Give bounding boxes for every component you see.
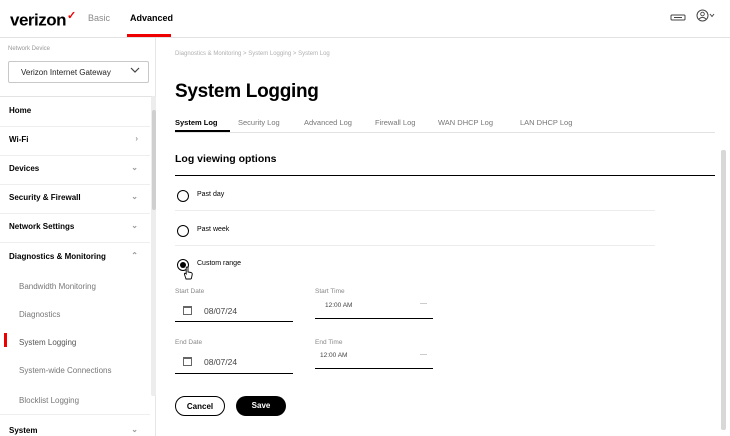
tab-firewall-log[interactable]: Firewall Log — [375, 118, 415, 127]
sidebar-item-blocklist-logging[interactable]: Blocklist Logging — [0, 388, 150, 416]
tab-lan-dhcp-log[interactable]: LAN DHCP Log — [520, 118, 572, 127]
sidebar-item-wifi[interactable]: Wi-Fi › — [0, 127, 150, 155]
start-time-label: Start Time — [315, 288, 345, 295]
network-status-icon[interactable] — [670, 10, 686, 25]
start-date-label: Start Date — [175, 288, 205, 295]
verizon-logo[interactable]: verizon✓ — [10, 9, 76, 31]
sidebar-item-home[interactable]: Home — [0, 98, 150, 126]
section-title: Log viewing options — [175, 153, 277, 165]
sidebar-item-diagnostics-monitoring[interactable]: Diagnostics & Monitoring ⌃ — [0, 244, 150, 272]
option-separator — [175, 245, 655, 246]
calendar-icon[interactable] — [183, 306, 192, 315]
radio-button[interactable] — [177, 190, 189, 202]
radio-label: Custom range — [197, 260, 241, 267]
time-dropdown-icon[interactable]: — — [420, 351, 427, 358]
sidebar-item-label: Bandwidth Monitoring — [19, 282, 96, 291]
tab-system-log[interactable]: System Log — [175, 118, 218, 127]
sidebar-item-label: System — [9, 426, 38, 435]
chevron-down-icon — [130, 66, 140, 76]
chevron-down-icon: ⌄ — [131, 425, 138, 434]
active-nav-indicator — [127, 34, 171, 37]
time-dropdown-icon[interactable]: — — [420, 300, 427, 307]
page-title: System Logging — [175, 81, 319, 102]
tab-advanced-log[interactable]: Advanced Log — [304, 118, 352, 127]
sidebar-item-label: System-wide Connections — [19, 366, 112, 375]
chevron-up-icon: ⌃ — [131, 251, 138, 260]
sidebar-item-label: Wi-Fi — [9, 135, 29, 144]
sidebar-item-system-wide-connections[interactable]: System-wide Connections — [0, 358, 150, 386]
nav-separator — [0, 414, 150, 415]
tab-wan-dhcp-log[interactable]: WAN DHCP Log — [438, 118, 493, 127]
sidebar-item-label: Network Settings — [9, 222, 75, 231]
start-date-value[interactable]: 08/07/24 — [204, 306, 237, 316]
sidebar-item-diagnostics[interactable]: Diagnostics — [0, 302, 150, 330]
sidebar-item-network-settings[interactable]: Network Settings ⌄ — [0, 214, 150, 242]
sidebar-item-label: Diagnostics — [19, 310, 61, 319]
tabs-divider — [175, 132, 715, 133]
top-bar: verizon✓ Basic Advanced — [0, 0, 730, 38]
radio-option-past-day[interactable]: Past day — [175, 180, 655, 214]
sidebar-item-system[interactable]: System ⌄ — [0, 418, 150, 436]
sidebar-item-label: Security & Firewall — [9, 193, 81, 202]
start-date-underline — [175, 321, 293, 322]
cancel-button[interactable]: Cancel — [175, 396, 225, 416]
sidebar-scrollbar-thumb[interactable] — [152, 110, 156, 210]
chevron-right-icon: › — [135, 134, 138, 143]
start-time-underline — [315, 318, 433, 319]
tab-security-log[interactable]: Security Log — [238, 118, 280, 127]
option-separator — [175, 210, 655, 211]
sidebar-item-label: Home — [9, 106, 32, 115]
device-select[interactable]: Verizon Internet Gateway — [8, 61, 149, 83]
sidebar-item-label: Blocklist Logging — [19, 396, 80, 405]
nav-advanced[interactable]: Advanced — [130, 13, 173, 23]
radio-button[interactable] — [177, 225, 189, 237]
end-time-label: End Time — [315, 339, 343, 346]
end-date-label: End Date — [175, 339, 203, 346]
section-divider — [175, 175, 715, 176]
radio-option-past-week[interactable]: Past week — [175, 215, 655, 249]
sidebar-item-label: Devices — [9, 164, 40, 173]
breadcrumb[interactable]: Diagnostics & Monitoring > System Loggin… — [175, 51, 330, 57]
main-scrollbar-thumb[interactable] — [721, 150, 726, 430]
sidebar-item-security-firewall[interactable]: Security & Firewall ⌄ — [0, 185, 150, 213]
end-time-underline — [315, 368, 433, 369]
chevron-down-icon: ⌄ — [131, 192, 138, 201]
end-date-underline — [175, 373, 293, 374]
radio-option-custom-range[interactable]: Custom range — [175, 249, 655, 283]
start-time-value[interactable]: 12:00 AM — [325, 302, 352, 309]
save-button[interactable]: Save — [236, 396, 286, 416]
end-time-value[interactable]: 12:00 AM — [320, 352, 347, 359]
sidebar-item-label: Diagnostics & Monitoring — [9, 252, 106, 261]
device-select-value: Verizon Internet Gateway — [21, 68, 111, 77]
chevron-down-icon: ⌄ — [131, 221, 138, 230]
nav-basic[interactable]: Basic — [88, 13, 110, 23]
sidebar-item-bandwidth-monitoring[interactable]: Bandwidth Monitoring — [0, 274, 150, 302]
calendar-icon[interactable] — [183, 357, 192, 366]
user-account-icon[interactable] — [696, 9, 716, 25]
nav-separator — [0, 242, 150, 243]
radio-label: Past week — [197, 226, 230, 233]
radio-label: Past day — [197, 191, 225, 198]
sidebar-divider — [0, 96, 156, 97]
network-device-label: Network Device — [8, 46, 51, 52]
sidebar-item-label: System Logging — [19, 338, 77, 347]
sidebar-item-system-logging[interactable]: System Logging — [0, 330, 150, 358]
hand-cursor-icon — [182, 266, 194, 283]
logo-text: verizon — [10, 10, 67, 30]
chevron-down-icon: ⌄ — [131, 163, 138, 172]
top-right-icons — [670, 9, 716, 25]
sidebar-item-devices[interactable]: Devices ⌄ — [0, 156, 150, 184]
logo-check-icon: ✓ — [67, 10, 76, 22]
end-date-value[interactable]: 08/07/24 — [204, 357, 237, 367]
